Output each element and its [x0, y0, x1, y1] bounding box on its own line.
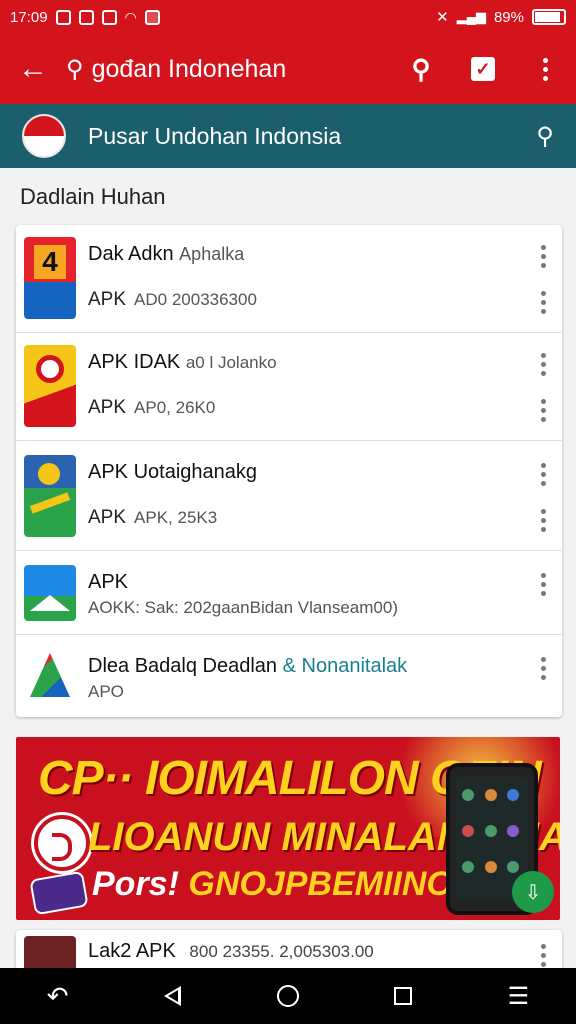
app-meta: APK AD0 200336300	[88, 289, 257, 311]
search-field[interactable]: ⚲	[66, 47, 390, 91]
app-type: APK	[88, 507, 127, 528]
more-vert-icon[interactable]	[541, 463, 546, 486]
app-title: Dak Adkn Aphalka	[88, 243, 244, 266]
app-icon	[24, 565, 76, 621]
system-nav-bar: ↶ ☰	[0, 968, 576, 1024]
app-title-sub: Deadlan	[202, 655, 278, 677]
wifi-icon: ◠	[124, 8, 137, 25]
app-icon: 4	[24, 237, 76, 319]
search-badge-icon	[34, 815, 90, 871]
section-title: Dadlain Huhan	[20, 184, 166, 209]
dnd-icon: ✕	[436, 9, 449, 26]
status-time: 17:09	[10, 8, 48, 26]
app-title-sub: a0 l Jolanko	[185, 353, 277, 372]
app-icon	[24, 649, 76, 703]
search-icon: ⚲	[66, 55, 84, 83]
battery-percent: 89%	[493, 8, 524, 26]
sub-header-bar: Pusar Undohan Indonsia ⚲	[0, 104, 576, 168]
search-icon: ⚲	[411, 53, 431, 84]
app-title: Dlea Badalq Deadlan & Nonanitalak	[88, 655, 407, 678]
notification-icon	[144, 9, 160, 25]
more-vert-icon[interactable]	[541, 944, 546, 967]
notification-icon	[55, 9, 71, 25]
app-meta: APO	[88, 681, 124, 703]
app-title-main: Lak2 APK	[88, 940, 176, 962]
more-vert-icon[interactable]	[541, 291, 546, 314]
app-title-main: Dlea Badalq	[88, 655, 197, 677]
app-type: APK	[88, 397, 127, 418]
sub-header-title: Pusar Undohan Indonsia	[88, 122, 342, 149]
app-meta-sub: APK, 25K3	[134, 508, 218, 527]
select-button[interactable]: ✓	[452, 57, 514, 81]
more-vert-icon[interactable]	[541, 509, 546, 532]
recents-icon[interactable]	[373, 976, 433, 1016]
more-vert-icon[interactable]	[541, 245, 546, 268]
notification-icon	[101, 9, 117, 25]
home-icon[interactable]	[258, 976, 318, 1016]
search-button[interactable]: ⚲	[390, 54, 452, 85]
notification-icon	[78, 9, 94, 25]
app-meta-sub: APO	[88, 682, 124, 701]
list-item[interactable]: 4 Dak Adkn Aphalka APK AD0 200336300	[16, 225, 562, 333]
more-vert-icon[interactable]	[541, 657, 546, 680]
app-title-highlight: & Nonanitalak	[282, 655, 408, 677]
app-meta-sub: AP0, 26K0	[134, 398, 216, 417]
search-icon[interactable]: ⚲	[514, 122, 576, 151]
app-type: APK	[88, 289, 127, 310]
app-title: APK Uotaighanakg	[88, 461, 257, 484]
signal-icon: ▂▄▆	[456, 9, 486, 24]
flag-logo-icon	[22, 114, 66, 158]
app-title-main: APK IDAK	[88, 351, 181, 373]
app-icon	[24, 345, 76, 427]
more-vert-icon	[542, 57, 548, 81]
app-title: APK	[88, 571, 128, 594]
more-vert-icon[interactable]	[541, 353, 546, 376]
more-vert-icon[interactable]	[541, 573, 546, 596]
banner-tagline-a: Pors!	[92, 865, 179, 903]
app-meta-sub: AOKK: Sak: 202gaanBidan Vlanseam00)	[88, 598, 398, 617]
back-gesture-icon[interactable]: ↶	[28, 976, 88, 1016]
app-bar: ← ⚲ ⚲ ✓	[0, 34, 576, 104]
app-title-main: APK	[88, 571, 129, 593]
app-meta: APK AP0, 26K0	[88, 397, 215, 419]
app-meta-sub: AD0 200336300	[134, 290, 257, 309]
app-meta: AOKK: Sak: 202gaanBidan Vlanseam00)	[88, 597, 398, 619]
app-icon	[24, 455, 76, 537]
app-meta-sub: 800 23355. 2,005303.00	[189, 942, 374, 961]
list-item[interactable]: APK Uotaighanakg APK APK, 25K3	[16, 441, 562, 551]
app-title-main: Dak Adkn	[88, 243, 174, 265]
banner-tagline: Pors! GNOJPBEMIINORS	[92, 865, 500, 904]
promo-banner[interactable]: CP·· IOIMALILON OFIN LIOANUN MINALAMAINA…	[16, 737, 560, 920]
app-list-card: 4 Dak Adkn Aphalka APK AD0 200336300 APK …	[16, 225, 562, 717]
status-bar: 17:09 ◠ ✕ ▂▄▆ 89%	[0, 0, 576, 34]
app-meta: APK APK, 25K3	[88, 507, 217, 529]
sticker-icon	[29, 870, 89, 916]
menu-icon[interactable]: ☰	[488, 976, 548, 1016]
search-input[interactable]	[91, 54, 322, 84]
back-icon[interactable]	[143, 976, 203, 1016]
battery-icon	[532, 9, 566, 25]
app-title-sub: Aphalka	[179, 244, 245, 264]
list-item[interactable]: APK IDAK a0 l Jolanko APK AP0, 26K0	[16, 333, 562, 441]
back-arrow-icon[interactable]: ←	[0, 52, 66, 86]
more-vert-icon[interactable]	[541, 399, 546, 422]
overflow-menu-button[interactable]	[514, 57, 576, 81]
app-title: APK IDAK a0 l Jolanko	[88, 351, 277, 374]
list-item[interactable]: APK AOKK: Sak: 202gaanBidan Vlanseam00)	[16, 551, 562, 635]
download-fab-icon[interactable]: ⇩	[512, 871, 554, 913]
app-title-main: APK Uotaighanakg	[88, 461, 258, 483]
app-title: Lak2 APK 800 23355. 2,005303.00	[88, 940, 374, 963]
list-item[interactable]: Dlea Badalq Deadlan & Nonanitalak APO	[16, 635, 562, 717]
check-icon: ✓	[471, 57, 495, 81]
